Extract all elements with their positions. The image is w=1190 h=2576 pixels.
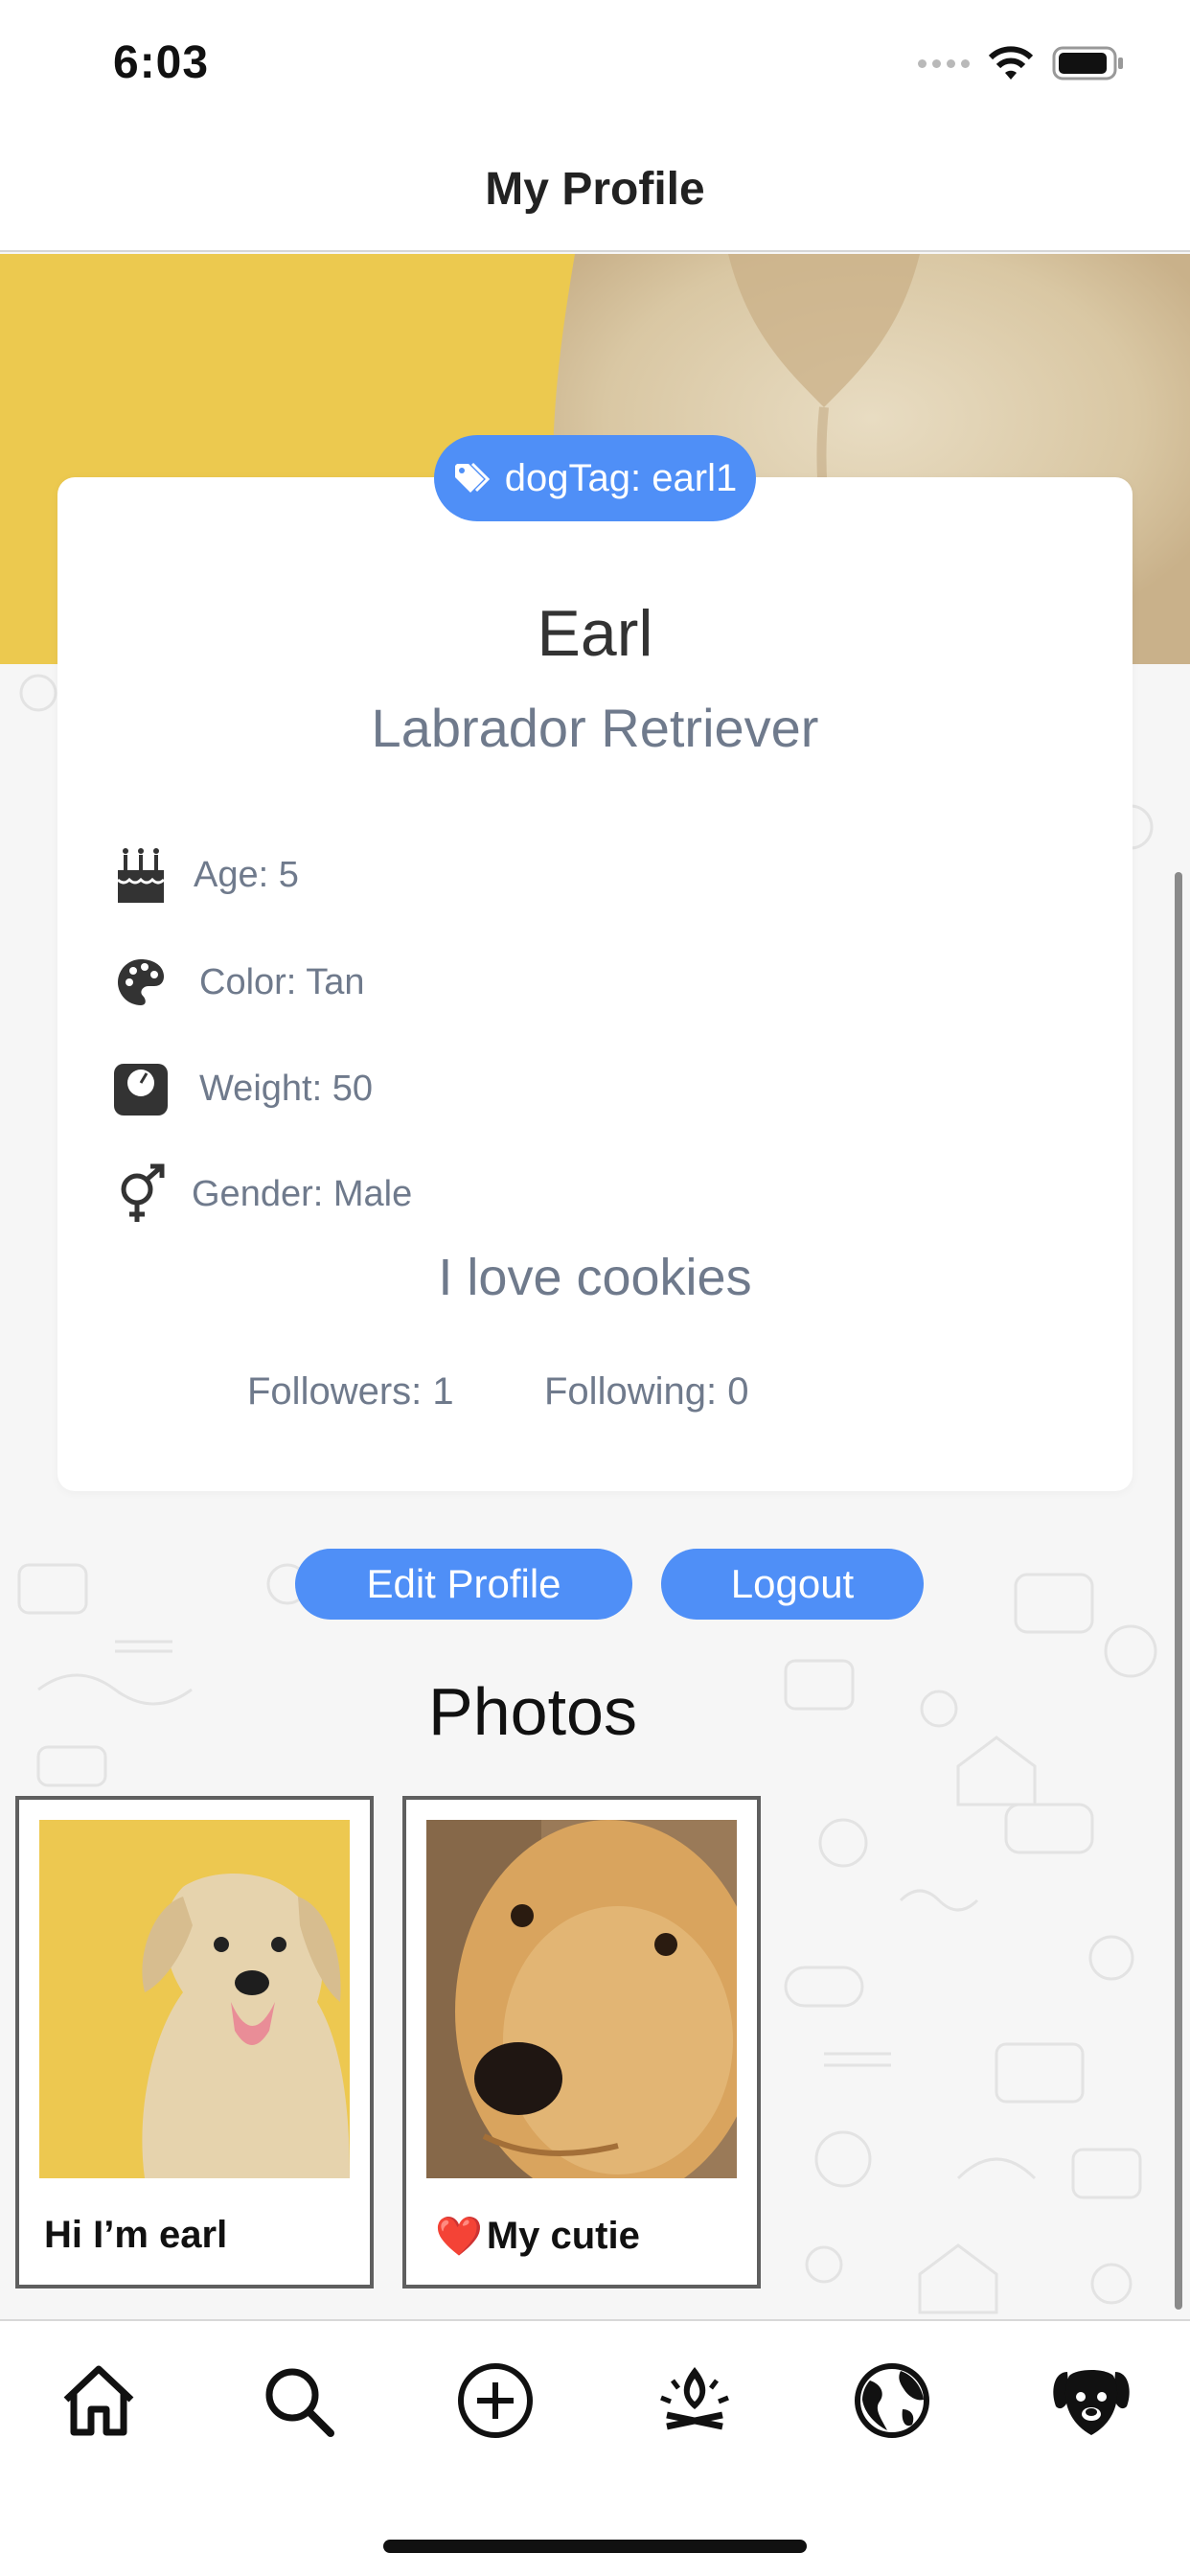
- photo-caption-text: My cutie: [486, 2215, 640, 2257]
- birthday-cake-icon: [107, 841, 174, 908]
- photos-heading: Photos: [428, 1674, 637, 1749]
- stat-age-label: Age: 5: [194, 854, 299, 895]
- campfire-icon[interactable]: [652, 2358, 738, 2444]
- home-icon[interactable]: [56, 2358, 142, 2444]
- photo-caption-text: Hi I’m earl: [44, 2214, 228, 2256]
- photo-golden-retriever: [426, 1820, 737, 2178]
- photo-caption: ❤️ My cutie: [435, 2214, 640, 2259]
- stat-color: Color: Tan: [107, 949, 365, 1016]
- home-indicator: [383, 2540, 807, 2553]
- status-time: 6:03: [113, 37, 210, 88]
- dog-face-icon[interactable]: [1048, 2358, 1134, 2444]
- palette-icon: [107, 949, 174, 1016]
- photo-card[interactable]: Hi I’m earl: [15, 1796, 374, 2288]
- followers-count[interactable]: Followers: 1: [247, 1370, 454, 1414]
- gender-male-female-icon: [107, 1161, 174, 1228]
- dog-name: Earl: [537, 597, 653, 670]
- logout-button[interactable]: Logout: [661, 1549, 924, 1620]
- edit-profile-button[interactable]: Edit Profile: [295, 1549, 632, 1620]
- status-bar: 6:03: [0, 0, 1190, 125]
- page-title: My Profile: [485, 164, 705, 215]
- following-count[interactable]: Following: 0: [544, 1370, 748, 1414]
- battery-icon: [1052, 46, 1123, 80]
- cellular-signal-icon: [918, 58, 970, 68]
- photo-card[interactable]: ❤️ My cutie: [402, 1796, 761, 2288]
- dog-breed: Labrador Retriever: [371, 698, 819, 758]
- stat-color-label: Color: Tan: [199, 961, 365, 1002]
- stat-weight: Weight: 50: [107, 1055, 373, 1122]
- stat-age: Age: 5: [107, 841, 299, 908]
- stat-gender: Gender: Male: [107, 1161, 412, 1228]
- stat-gender-label: Gender: Male: [192, 1173, 413, 1214]
- wifi-icon: [988, 46, 1034, 80]
- search-icon[interactable]: [255, 2358, 341, 2444]
- scrollbar[interactable]: [1175, 872, 1182, 2310]
- tab-bar: [0, 2319, 1190, 2576]
- add-circle-icon[interactable]: [452, 2358, 538, 2444]
- dog-tag-label: dogTag: earl1: [504, 456, 738, 499]
- globe-icon[interactable]: [849, 2358, 935, 2444]
- status-indicators: [918, 44, 1125, 82]
- tag-icon: [454, 462, 490, 493]
- photo-caption: Hi I’m earl: [44, 2214, 227, 2257]
- photo-labrador: [39, 1820, 350, 2178]
- dog-tag-badge: dogTag: earl1: [434, 435, 756, 521]
- weight-scale-icon: [107, 1055, 174, 1122]
- dog-bio: I love cookies: [438, 1249, 752, 1306]
- stat-weight-label: Weight: 50: [199, 1068, 373, 1109]
- heart-emoji-icon: ❤️: [435, 2216, 483, 2258]
- navigation-header: My Profile: [0, 125, 1190, 252]
